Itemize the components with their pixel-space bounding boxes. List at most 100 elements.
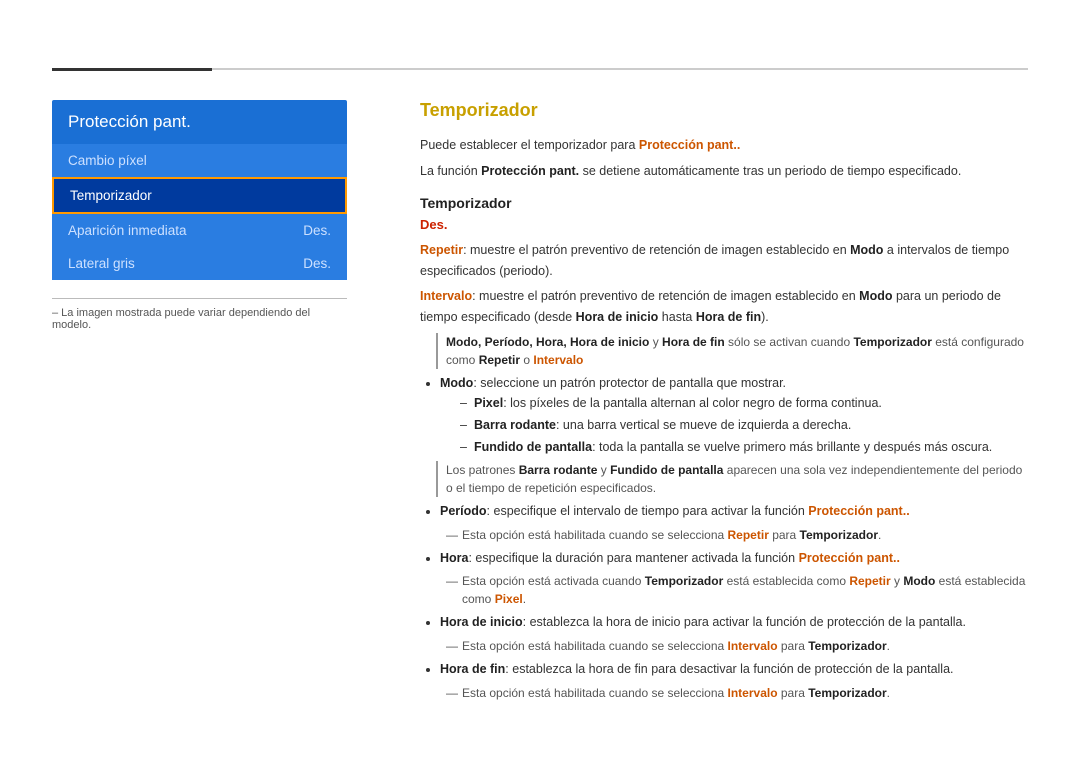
para-repetir: Repetir: muestre el patrón preventivo de… (420, 240, 1028, 281)
indent-periodo-temp: Temporizador (800, 528, 878, 542)
indent-hora-modo: Modo (903, 574, 935, 588)
indent-periodo-note: Esta opción está habilitada cuando se se… (462, 528, 728, 542)
indent-hora-inicio-note: Esta opción está habilitada cuando se se… (462, 639, 728, 653)
indent-hora-inicio-intervalo: Intervalo (728, 639, 778, 653)
indent-hora-fin-temp: Temporizador (808, 686, 886, 700)
periodo-bold: Período (440, 504, 487, 518)
indent-hora-y: y (891, 574, 904, 588)
note-patrones-y: y (597, 463, 610, 477)
pixel-rest: : los píxeles de la pantalla alternan al… (503, 396, 882, 410)
note-modos-rest: sólo se activan cuando (725, 335, 854, 349)
bullet-list-periodo: Período: especifique el intervalo de tie… (440, 501, 1028, 522)
barra-bold: Barra rodante (474, 418, 556, 432)
intervalo-close: ). (761, 310, 769, 324)
note-patrones-bold1: Barra rodante (519, 463, 598, 477)
indent-hora-fin: Esta opción está habilitada cuando se se… (450, 684, 1028, 702)
periodo-rest: : especifique el intervalo de tiempo par… (487, 504, 809, 518)
hora-bold: Hora (440, 551, 468, 565)
sidebar-item-aparicion[interactable]: Aparición inmediata Des. (52, 214, 347, 247)
indent-hora-pixel: Pixel (495, 592, 523, 606)
modo-bold: Modo (440, 376, 473, 390)
intro2-rest: se detiene automáticamente tras un perio… (579, 164, 961, 178)
sidebar-item-cambio-pixel[interactable]: Cambio píxel (52, 144, 347, 177)
indent-hora-temp: Temporizador (645, 574, 723, 588)
intervalo-mode: Modo (859, 289, 892, 303)
pixel-bold: Pixel (474, 396, 503, 410)
indent-hora-inicio-para: para (778, 639, 809, 653)
sidebar-item-label: Aparición inmediata (68, 223, 187, 238)
indent-hora-repetir: Repetir (849, 574, 890, 588)
repetir-bold: Repetir (420, 243, 463, 257)
indent-hora-inicio-temp: Temporizador (808, 639, 886, 653)
indent-hora-fin-close: . (887, 686, 890, 700)
indent-hora: Esta opción está activada cuando Tempori… (450, 572, 1028, 608)
intervalo-rest: : muestre el patrón preventivo de retenc… (472, 289, 859, 303)
indent-hora-fin-para: para (778, 686, 809, 700)
indent-periodo-repetir: Repetir (728, 528, 769, 542)
des-label: Des. (420, 217, 1028, 232)
page-title: Temporizador (420, 100, 1028, 121)
hora-fin-rest: : establezca la hora de fin para desacti… (505, 662, 953, 676)
intervalo-bold: Intervalo (420, 289, 472, 303)
sub-bullet-list: Pixel: los píxeles de la pantalla altern… (460, 393, 1028, 457)
note-modos-repetir: Repetir (479, 353, 520, 367)
top-accent (52, 68, 212, 71)
fundido-rest: : toda la pantalla se vuelve primero más… (592, 440, 992, 454)
note-modos-o: o (520, 353, 533, 367)
intro1-bold: Protección pant.. (639, 138, 740, 152)
bullet-modo: Modo: seleccione un patrón protector de … (440, 373, 1028, 458)
indent-hora-rest: está establecida como (723, 574, 849, 588)
note-modos-text: Modo, Período, Hora, Hora de inicio (446, 335, 649, 349)
sidebar-item-label: Cambio píxel (68, 153, 147, 168)
indent-hora-inicio-close: . (887, 639, 890, 653)
main-content: Temporizador Puede establecer el tempori… (420, 100, 1028, 723)
bullet-hora: Hora: especifique la duración para mante… (440, 548, 1028, 569)
indent-hora-fin-note: Esta opción está habilitada cuando se se… (462, 686, 728, 700)
bullet-list-hora-fin: Hora de fin: establezca la hora de fin p… (440, 659, 1028, 680)
bullet-periodo: Período: especifique el intervalo de tie… (440, 501, 1028, 522)
section-heading: Temporizador (420, 195, 1028, 211)
note-modos-hora-fin: Hora de fin (662, 335, 725, 349)
sub-pixel: Pixel: los píxeles de la pantalla altern… (460, 393, 1028, 413)
bullet-list-hora: Hora: especifique la duración para mante… (440, 548, 1028, 569)
indent-periodo-close: . (878, 528, 881, 542)
hora-rest: : especifique la duración para mantener … (468, 551, 798, 565)
note-modos: Modo, Período, Hora, Hora de inicio y Ho… (436, 333, 1028, 369)
intro-line-1: Puede establecer el temporizador para Pr… (420, 135, 1028, 155)
intro2-bold: Protección pant. (481, 164, 579, 178)
modo-rest: : seleccione un patrón protector de pant… (473, 376, 786, 390)
note-modos-temporizador: Temporizador (853, 335, 931, 349)
sidebar-title: Protección pant. (52, 100, 347, 144)
sidebar: Protección pant. Cambio píxel Temporizad… (52, 100, 347, 331)
indent-hora-close: . (523, 592, 526, 606)
sidebar-item-value: Des. (303, 256, 331, 271)
hora-inicio-rest: : establezca la hora de inicio para acti… (523, 615, 966, 629)
intro1-plain: Puede establecer el temporizador para (420, 138, 639, 152)
note-modos-y: y (649, 335, 662, 349)
sidebar-item-lateral-gris[interactable]: Lateral gris Des. (52, 247, 347, 280)
indent-hora-note: Esta opción está activada cuando (462, 574, 645, 588)
bullet-list: Modo: seleccione un patrón protector de … (440, 373, 1028, 458)
sidebar-item-label: Temporizador (70, 188, 152, 203)
bullet-hora-fin: Hora de fin: establezca la hora de fin p… (440, 659, 1028, 680)
note-modos-intervalo: Intervalo (533, 353, 583, 367)
sidebar-note: – La imagen mostrada puede variar depend… (52, 298, 347, 331)
bullet-hora-inicio: Hora de inicio: establezca la hora de in… (440, 612, 1028, 633)
hora-fin-bold: Hora de fin (440, 662, 505, 676)
fundido-bold: Fundido de pantalla (474, 440, 592, 454)
repetir-rest: : muestre el patrón preventivo de retenc… (463, 243, 850, 257)
sub-barra: Barra rodante: una barra vertical se mue… (460, 415, 1028, 435)
note-patrones-bold2: Fundido de pantalla (610, 463, 723, 477)
hora-inicio-bold: Hora de inicio (440, 615, 523, 629)
indent-periodo: Esta opción está habilitada cuando se se… (450, 526, 1028, 544)
intro2-plain: La función (420, 164, 481, 178)
repetir-mode: Modo (850, 243, 883, 257)
intro-line-2: La función Protección pant. se detiene a… (420, 161, 1028, 181)
bullet-list-hora-inicio: Hora de inicio: establezca la hora de in… (440, 612, 1028, 633)
indent-hora-fin-intervalo: Intervalo (728, 686, 778, 700)
indent-periodo-para: para (769, 528, 800, 542)
sidebar-item-temporizador[interactable]: Temporizador (52, 177, 347, 214)
note-patrones: Los patrones Barra rodante y Fundido de … (436, 461, 1028, 497)
periodo-prot: Protección pant.. (808, 504, 909, 518)
intervalo-hora-fin: Hora de fin (696, 310, 761, 324)
